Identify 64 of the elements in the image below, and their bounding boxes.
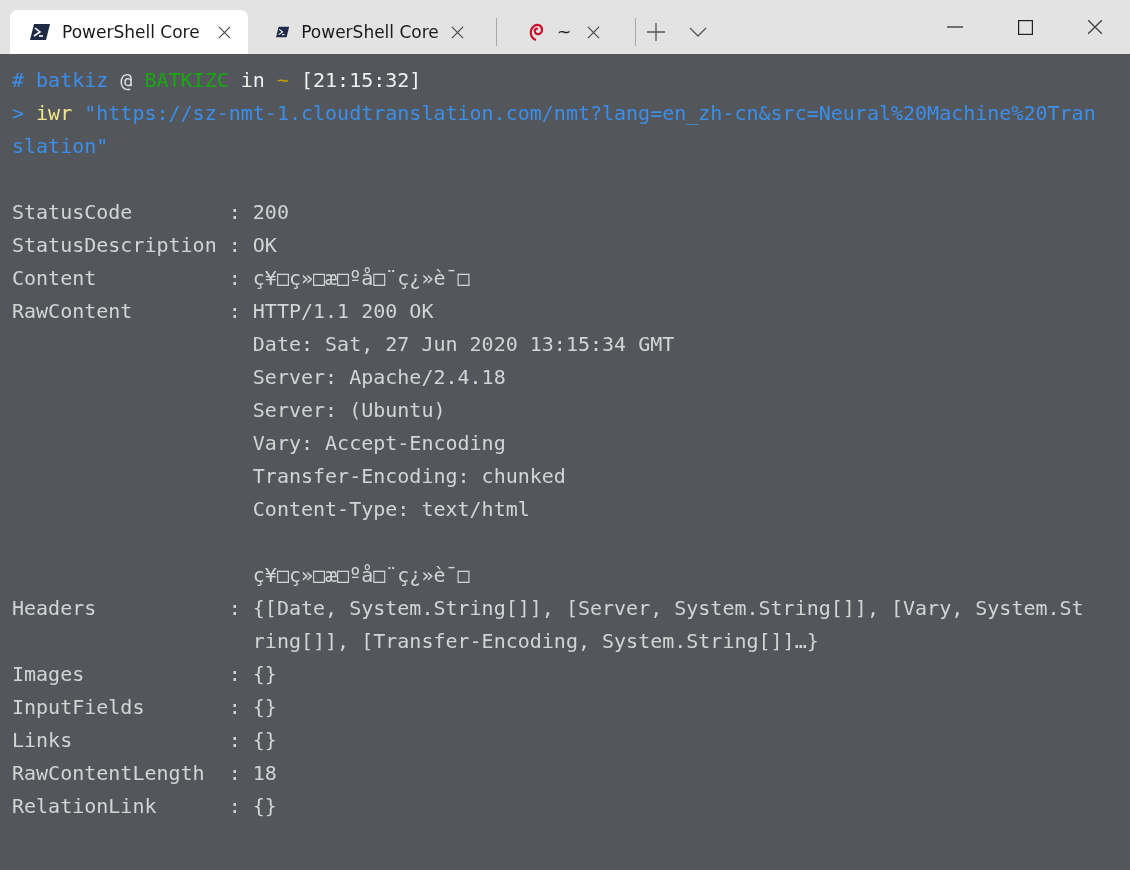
close-icon — [586, 25, 600, 39]
plus-icon — [647, 23, 665, 41]
property-separator: : — [228, 661, 242, 688]
prompt-time: [21:15:32] — [300, 67, 422, 94]
property-value: {[Date, System.String[]], [Server, System.String[]], [Vary, System.St — [252, 595, 1084, 622]
property-name: InputFields — [12, 694, 146, 721]
minimize-icon — [947, 26, 963, 28]
close-icon — [1087, 19, 1103, 35]
prompt-in: in — [240, 67, 265, 94]
property-separator: : — [228, 232, 242, 259]
maximize-icon — [1017, 19, 1033, 35]
property-value: Server: (Ubuntu) — [252, 397, 447, 424]
property-name: StatusCode — [12, 199, 134, 226]
property-separator: : — [228, 727, 242, 754]
new-tab-button[interactable] — [646, 22, 666, 42]
property-separator: : — [228, 760, 242, 787]
property-name: Images — [12, 661, 86, 688]
property-value: Date: Sat, 27 Jun 2020 13:15:34 GMT — [252, 331, 675, 358]
property-separator: : — [228, 595, 242, 622]
command-argument: slation" — [12, 133, 109, 160]
property-value: 18 — [252, 760, 277, 787]
prompt-host: BATKIZC — [144, 67, 229, 94]
property-value: ç¥□ç»□æ□ºå□¨ç¿»è¯□ — [252, 562, 471, 589]
property-separator: : — [228, 298, 242, 325]
command-argument: "https://sz-nmt-1.cloudtranslation.com/nmt?lang=en_zh-cn&src=Neural%20Machine%20Tran — [84, 100, 1096, 127]
prompt-marker: > — [12, 100, 25, 127]
property-value: Transfer-Encoding: chunked — [252, 463, 567, 490]
property-value: Vary: Accept-Encoding — [252, 430, 507, 457]
property-name: RawContentLength — [12, 760, 206, 787]
prompt-directory: ~ — [276, 67, 289, 94]
property-value: {} — [252, 694, 277, 721]
prompt-at: @ — [120, 67, 133, 94]
terminal-prompt-icon — [30, 24, 50, 40]
property-value: {} — [252, 727, 277, 754]
property-value: {} — [252, 661, 277, 688]
command-name: iwr — [36, 100, 73, 127]
property-value: OK — [252, 232, 277, 259]
property-value: Content-Type: text/html — [252, 496, 531, 523]
property-name: StatusDescription — [12, 232, 218, 259]
property-value: ç¥□ç»□æ□ºå□¨ç¿»è¯□ — [252, 265, 470, 292]
chevron-down-icon — [689, 27, 707, 37]
property-separator: : — [228, 265, 242, 292]
property-name: Headers — [12, 595, 98, 622]
prompt-hash: # — [12, 67, 25, 94]
close-icon — [450, 25, 464, 39]
property-value: ring[]], [Transfer-Encoding, System.String[]]…} — [252, 628, 820, 655]
terminal-prompt-icon — [276, 24, 290, 40]
property-value: {} — [252, 793, 277, 820]
property-value: 200 — [252, 199, 289, 226]
property-name: RawContent — [12, 298, 134, 325]
swirl-icon — [527, 22, 545, 42]
property-value: Server: Apache/2.4.18 — [252, 364, 507, 391]
terminal-tab[interactable]: PowerShell Core — [10, 10, 248, 54]
terminal-tab[interactable]: PowerShell Core — [256, 10, 478, 54]
property-name: Links — [12, 727, 74, 754]
property-separator: : — [228, 793, 242, 820]
property-separator: : — [228, 694, 242, 721]
property-name: Content — [12, 265, 98, 292]
property-name: RelationLink — [12, 793, 158, 820]
property-separator: : — [228, 199, 242, 226]
terminal-tab[interactable]: ~ — [507, 10, 617, 54]
property-value: HTTP/1.1 200 OK — [252, 298, 435, 325]
prompt-user: batkiz — [36, 67, 109, 94]
close-icon — [217, 25, 231, 39]
